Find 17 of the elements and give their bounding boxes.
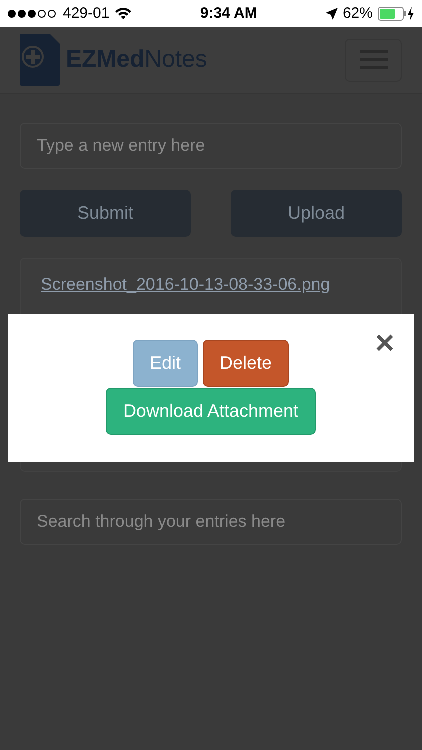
- upload-button[interactable]: Upload: [231, 190, 402, 237]
- document-plus-icon: [20, 34, 60, 86]
- carrier-name: 429-01: [63, 5, 110, 22]
- battery-charging-icon: [378, 6, 414, 20]
- edit-button[interactable]: Edit: [132, 340, 198, 387]
- delete-button[interactable]: Delete: [203, 340, 290, 387]
- close-icon[interactable]: [376, 334, 394, 352]
- wifi-icon: [114, 7, 132, 20]
- signal-icon: [8, 10, 58, 18]
- search-field[interactable]: Search through your entries here: [20, 499, 402, 545]
- entry-input-field[interactable]: Type a new entry here: [20, 123, 402, 169]
- download-attachment-button[interactable]: Download Attachment: [106, 388, 316, 435]
- battery-percent: 62%: [342, 5, 373, 22]
- location-arrow-icon: [326, 8, 338, 20]
- clock-time: 9:34 AM: [200, 5, 258, 22]
- submit-button[interactable]: Submit: [20, 190, 191, 237]
- attachment-link[interactable]: Screenshot_2016-10-13-08-33-06.png: [41, 275, 330, 294]
